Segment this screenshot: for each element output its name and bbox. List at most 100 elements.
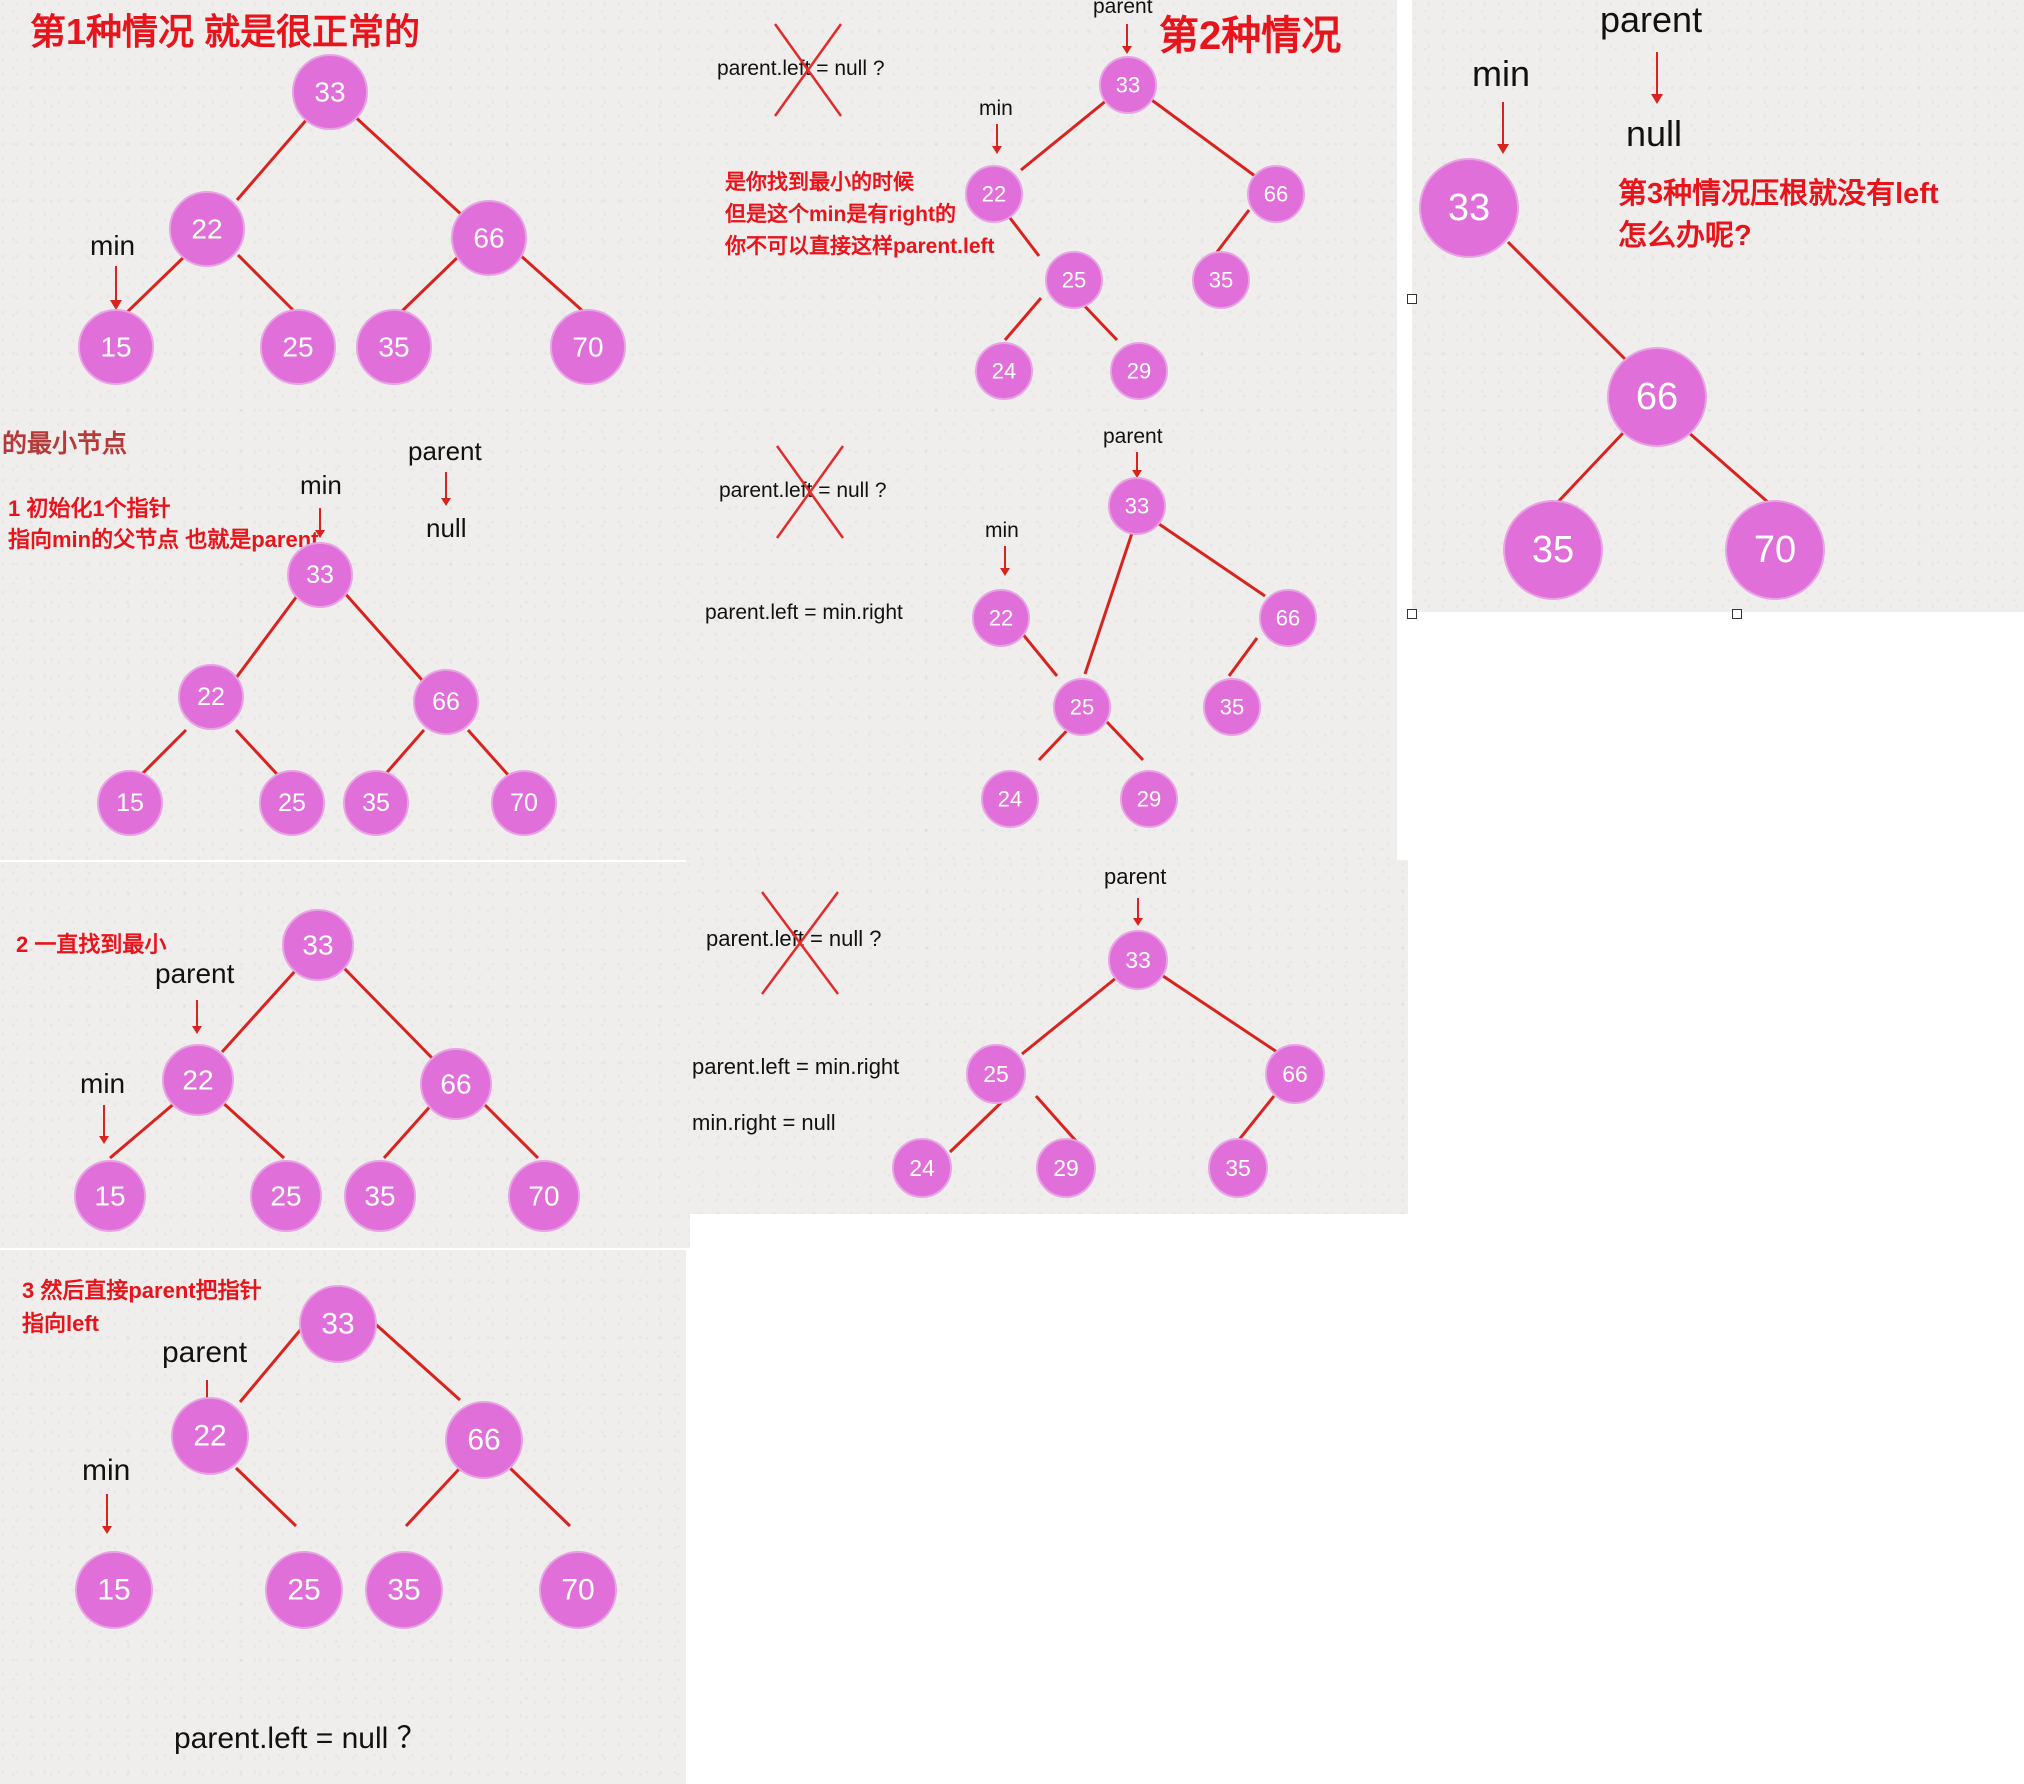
- node-33: 33: [282, 909, 354, 981]
- svg-text:66: 66: [473, 223, 504, 254]
- panel-case2-a: 第2种情况 parent.left = null ? parent min 是你…: [695, 0, 1397, 420]
- node-29: 29: [1120, 770, 1178, 828]
- tree-step2: 33 22 66 15 25 35 70: [74, 909, 580, 1232]
- node-70: 70: [1725, 500, 1825, 600]
- svg-text:66: 66: [1636, 376, 1678, 418]
- node-33: 33: [292, 54, 368, 130]
- panel-step1: 的最小节点 1 初始化1个指针 指向min的父节点 也就是parent pare…: [0, 420, 685, 860]
- svg-text:24: 24: [998, 787, 1022, 812]
- svg-text:25: 25: [287, 1574, 320, 1607]
- node-25: 25: [250, 1160, 322, 1232]
- node-35: 35: [344, 1160, 416, 1232]
- resize-handle[interactable]: [1407, 294, 1417, 304]
- tree-step1: 33 22 66 15 25 35 70: [97, 472, 557, 836]
- node-25: 25: [260, 309, 336, 385]
- panel-case3: parent null min 第3种情况压根就没有left 怎么办呢? 33 …: [1412, 0, 2024, 612]
- svg-text:33: 33: [1116, 73, 1140, 98]
- svg-text:15: 15: [100, 332, 131, 363]
- node-22: 22: [178, 664, 244, 730]
- node-66: 66: [420, 1048, 492, 1120]
- svg-text:33: 33: [1448, 187, 1490, 229]
- node-24: 24: [892, 1138, 952, 1198]
- svg-text:15: 15: [116, 789, 144, 817]
- svg-text:33: 33: [321, 1308, 354, 1341]
- svg-text:70: 70: [561, 1574, 594, 1607]
- node-22: 22: [169, 191, 245, 267]
- node-33: 33: [287, 542, 353, 608]
- svg-text:66: 66: [1276, 606, 1300, 631]
- node-22: 22: [171, 1397, 249, 1475]
- panel-case2-b: parent.left = null ? parent.left = min.r…: [685, 420, 1397, 860]
- svg-text:22: 22: [197, 683, 225, 711]
- node-33: 33: [1108, 477, 1166, 535]
- svg-text:29: 29: [1053, 1155, 1079, 1181]
- resize-handle[interactable]: [1407, 609, 1417, 619]
- node-33: 33: [1108, 930, 1168, 990]
- svg-text:33: 33: [1125, 947, 1151, 973]
- node-15: 15: [78, 309, 154, 385]
- svg-text:22: 22: [989, 606, 1013, 631]
- node-25: 25: [265, 1551, 343, 1629]
- svg-text:66: 66: [432, 688, 460, 716]
- node-33: 33: [1419, 158, 1519, 258]
- svg-text:35: 35: [362, 789, 390, 817]
- tree-case3: 33 66 35 70: [1419, 52, 1825, 600]
- node-25: 25: [1045, 251, 1103, 309]
- node-35: 35: [1192, 251, 1250, 309]
- svg-text:70: 70: [1754, 529, 1796, 571]
- node-35: 35: [343, 770, 409, 836]
- svg-text:70: 70: [572, 332, 603, 363]
- svg-text:22: 22: [191, 214, 222, 245]
- svg-text:29: 29: [1127, 359, 1151, 384]
- svg-text:22: 22: [982, 182, 1006, 207]
- svg-text:33: 33: [314, 77, 345, 108]
- tree-case2-b: 33 22 66 25 35 24 29: [775, 445, 1317, 828]
- svg-text:25: 25: [1062, 268, 1086, 293]
- svg-text:24: 24: [992, 359, 1016, 384]
- node-35: 35: [1503, 500, 1603, 600]
- svg-text:24: 24: [909, 1155, 935, 1181]
- svg-text:15: 15: [94, 1181, 125, 1212]
- svg-text:66: 66: [1282, 1061, 1308, 1087]
- node-70: 70: [491, 770, 557, 836]
- tree-case1: 33 22 66 15 25 35 70: [78, 54, 626, 385]
- svg-text:15: 15: [97, 1574, 130, 1607]
- node-35: 35: [365, 1551, 443, 1629]
- node-35: 35: [1203, 678, 1261, 736]
- node-29: 29: [1110, 342, 1168, 400]
- node-25: 25: [259, 770, 325, 836]
- svg-text:25: 25: [270, 1181, 301, 1212]
- min-label: min: [90, 230, 136, 261]
- tree-case2-c: 33 25 66 24 29 35: [760, 891, 1325, 1198]
- node-66: 66: [1265, 1044, 1325, 1104]
- node-66: 66: [451, 200, 527, 276]
- svg-text:22: 22: [193, 1420, 226, 1453]
- svg-text:29: 29: [1137, 787, 1161, 812]
- node-66: 66: [445, 1401, 523, 1479]
- node-66: 66: [1259, 589, 1317, 647]
- node-22: 22: [965, 165, 1023, 223]
- node-22: 22: [972, 589, 1030, 647]
- svg-text:66: 66: [440, 1069, 471, 1100]
- node-15: 15: [75, 1551, 153, 1629]
- node-15: 15: [74, 1160, 146, 1232]
- node-70: 70: [550, 309, 626, 385]
- node-25: 25: [966, 1044, 1026, 1104]
- svg-text:25: 25: [983, 1061, 1009, 1087]
- svg-text:35: 35: [1225, 1155, 1251, 1181]
- svg-text:33: 33: [302, 930, 333, 961]
- resize-handle[interactable]: [1732, 609, 1742, 619]
- panel-case2-c: parent.left = null ? parent.left = min.r…: [686, 860, 1408, 1214]
- svg-text:35: 35: [387, 1574, 420, 1607]
- node-24: 24: [981, 770, 1039, 828]
- node-24: 24: [975, 342, 1033, 400]
- svg-text:33: 33: [306, 561, 334, 589]
- node-15: 15: [97, 770, 163, 836]
- svg-text:35: 35: [364, 1181, 395, 1212]
- svg-text:70: 70: [510, 789, 538, 817]
- panel-step3: 3 然后直接parent把指针 指向left parent min parent…: [0, 1250, 686, 1784]
- panel-step2: 2 一直找到最小 parent min 33 22 66 15 25 35 70: [0, 862, 690, 1248]
- node-66: 66: [413, 669, 479, 735]
- panel-case1: 第1种情况 就是很正常的 33 22 66 15 25 35 70 min: [0, 0, 695, 420]
- node-35: 35: [356, 309, 432, 385]
